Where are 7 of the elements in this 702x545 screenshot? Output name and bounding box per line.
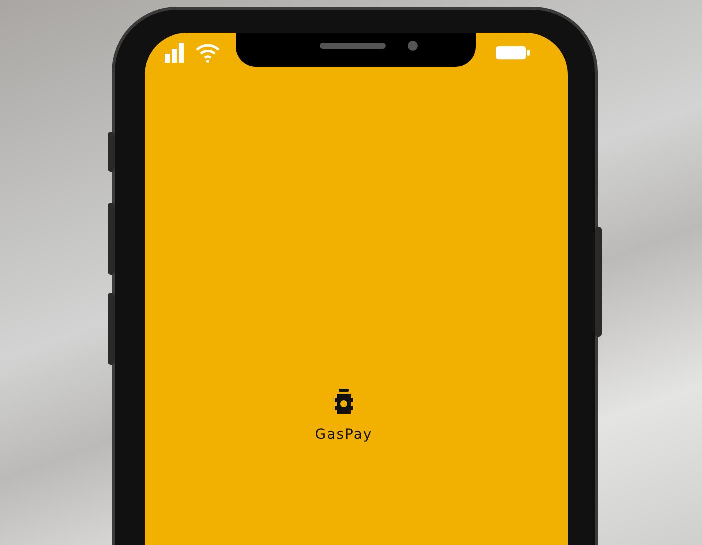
gas-cylinder-icon xyxy=(334,389,354,415)
speaker-grille xyxy=(320,43,386,49)
app-name: GasPay xyxy=(315,427,373,443)
signal-icon xyxy=(165,43,185,63)
camera-dot xyxy=(408,41,418,51)
battery-icon xyxy=(496,46,530,60)
wifi-icon xyxy=(196,43,220,63)
